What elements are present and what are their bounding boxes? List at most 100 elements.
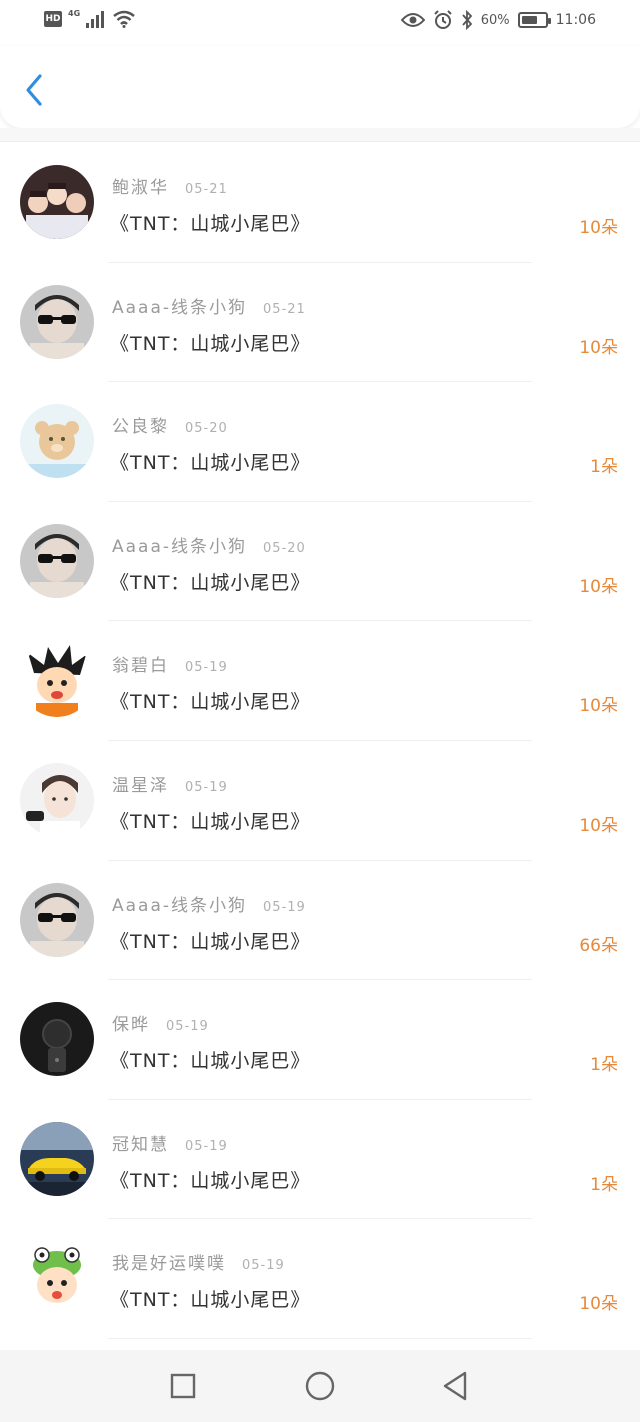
status-right: 60% 11:06 xyxy=(400,10,596,30)
user-name: 保晔 05-19 xyxy=(112,1010,209,1035)
gift-count: 66朵 xyxy=(579,935,618,956)
home-icon xyxy=(305,1371,335,1401)
gift-title: 《TNT：山城小尾巴》 xyxy=(110,1050,311,1073)
back-icon xyxy=(443,1371,467,1401)
user-name-text: 冠知慧 xyxy=(112,1134,169,1155)
user-name: Aaaa-线条小狗 05-21 xyxy=(112,293,306,318)
avatar[interactable] xyxy=(20,762,94,837)
alarm-icon xyxy=(434,10,452,29)
gift-count: 10朵 xyxy=(579,218,618,238)
gift-list: 鲍淑华 05-21 《TNT：山城小尾巴》 10朵 Aaaa-线条小狗 05-21 《TNT… xyxy=(0,143,640,1339)
avatar[interactable] xyxy=(20,1002,94,1077)
back-button[interactable] xyxy=(18,70,54,110)
gift-date: 05-19 xyxy=(185,660,228,676)
user-name-text: 我是好运噗噗 xyxy=(112,1254,226,1275)
user-name: Aaaa-线条小狗 05-19 xyxy=(112,891,306,916)
battery-cap xyxy=(547,18,551,24)
user-name: 公良黎 05-20 xyxy=(112,412,228,437)
user-name: 冠知慧 05-19 xyxy=(112,1130,228,1155)
gift-title: 《TNT：山城小尾巴》 xyxy=(110,213,311,235)
avatar[interactable] xyxy=(20,523,94,598)
gift-date: 05-20 xyxy=(263,540,306,556)
gift-row[interactable]: Aaaa-线条小狗 05-19 《TNT：山城小尾巴》 66朵 xyxy=(0,861,640,981)
gift-title: 《TNT：山城小尾巴》 xyxy=(110,810,311,833)
gift-row[interactable]: Aaaa-线条小狗 05-20 《TNT：山城小尾巴》 10朵 xyxy=(0,502,640,622)
avatar[interactable] xyxy=(20,643,94,718)
avatar-image xyxy=(20,882,94,957)
battery-level xyxy=(521,16,537,24)
avatar[interactable] xyxy=(20,165,94,239)
avatar-image xyxy=(20,404,94,479)
avatar-image xyxy=(20,643,94,718)
avatar-image xyxy=(20,1121,94,1196)
gift-title: 《TNT：山城小尾巴》 xyxy=(110,1289,311,1312)
gift-date: 05-20 xyxy=(185,421,228,437)
home-button[interactable] xyxy=(302,1368,338,1404)
gift-count: 10朵 xyxy=(579,815,618,836)
user-name: 翁碧白 05-19 xyxy=(112,651,228,676)
gift-row[interactable]: 温星泽 05-19 《TNT：山城小尾巴》 10朵 xyxy=(0,741,640,861)
user-name: 我是好运噗噗 05-19 xyxy=(112,1249,285,1274)
gift-date: 05-19 xyxy=(166,1019,209,1035)
gift-row[interactable]: 公良黎 05-20 《TNT：山城小尾巴》 1朵 xyxy=(0,382,640,502)
status-bar: HD 4G 60% 11:06 xyxy=(0,0,640,46)
nav-back-button[interactable] xyxy=(438,1368,474,1404)
network-type: 4G xyxy=(68,8,81,18)
gift-row[interactable]: 冠知慧 05-19 《TNT：山城小尾巴》 1朵 xyxy=(0,1100,640,1220)
user-name-text: 温星泽 xyxy=(112,775,169,796)
list-top-gap xyxy=(0,128,640,142)
gift-title: 《TNT：山城小尾巴》 xyxy=(110,452,311,475)
avatar-image xyxy=(20,523,94,598)
avatar-image xyxy=(20,165,94,239)
user-name-text: Aaaa-线条小狗 xyxy=(112,536,248,557)
user-name-text: Aaaa-线条小狗 xyxy=(112,297,248,318)
gift-count: 10朵 xyxy=(579,576,618,597)
avatar[interactable] xyxy=(20,882,94,957)
user-name-text: 公良黎 xyxy=(112,417,169,438)
gift-date: 05-19 xyxy=(242,1258,285,1274)
avatar[interactable] xyxy=(20,1121,94,1196)
gift-count: 10朵 xyxy=(579,1294,618,1315)
gift-title: 《TNT：山城小尾巴》 xyxy=(110,691,311,714)
signal-icon xyxy=(86,11,105,28)
gift-row[interactable]: 保晔 05-19 《TNT：山城小尾巴》 1朵 xyxy=(0,980,640,1100)
gift-date: 05-19 xyxy=(185,779,228,795)
gift-count: 10朵 xyxy=(579,696,618,717)
user-name-text: 保晔 xyxy=(112,1015,150,1036)
recent-apps-button[interactable] xyxy=(165,1368,201,1404)
battery-icon xyxy=(517,12,551,28)
avatar[interactable] xyxy=(20,1241,94,1316)
chevron-left-icon xyxy=(26,74,42,106)
clock: 11:06 xyxy=(555,12,596,28)
bluetooth-icon xyxy=(462,10,472,30)
user-name: 鲍淑华 05-21 xyxy=(112,173,228,198)
user-name: Aaaa-线条小狗 05-20 xyxy=(112,532,306,557)
system-nav-bar xyxy=(0,1350,640,1422)
gift-date: 05-19 xyxy=(185,1138,228,1154)
user-name-text: 翁碧白 xyxy=(112,656,169,677)
gift-row[interactable]: 鲍淑华 05-21 《TNT：山城小尾巴》 10朵 xyxy=(0,143,640,263)
gift-date: 05-21 xyxy=(263,301,306,317)
gift-count: 1朵 xyxy=(590,457,618,478)
battery-percent: 60% xyxy=(480,12,510,28)
gift-row[interactable]: 翁碧白 05-19 《TNT：山城小尾巴》 10朵 xyxy=(0,621,640,741)
gift-row[interactable]: Aaaa-线条小狗 05-21 《TNT：山城小尾巴》 10朵 xyxy=(0,263,640,383)
user-name-text: 鲍淑华 xyxy=(112,178,169,198)
gift-row[interactable]: 我是好运噗噗 05-19 《TNT：山城小尾巴》 10朵 xyxy=(0,1219,640,1339)
user-name: 温星泽 05-19 xyxy=(112,771,228,796)
gift-count: 1朵 xyxy=(590,1174,618,1195)
avatar-image xyxy=(20,284,94,359)
user-name-text: Aaaa-线条小狗 xyxy=(112,895,248,916)
gift-count: 10朵 xyxy=(579,337,618,358)
eye-icon xyxy=(400,13,425,27)
gift-title: 《TNT：山城小尾巴》 xyxy=(110,571,311,594)
gift-date: 05-19 xyxy=(263,899,306,915)
hd-badge: HD xyxy=(44,11,62,27)
recent-apps-icon xyxy=(170,1373,196,1399)
avatar-image xyxy=(20,1002,94,1077)
gift-date: 05-21 xyxy=(185,182,228,197)
header-bar xyxy=(0,46,640,128)
avatar[interactable] xyxy=(20,284,94,359)
wifi-icon xyxy=(113,10,135,28)
avatar[interactable] xyxy=(20,404,94,479)
